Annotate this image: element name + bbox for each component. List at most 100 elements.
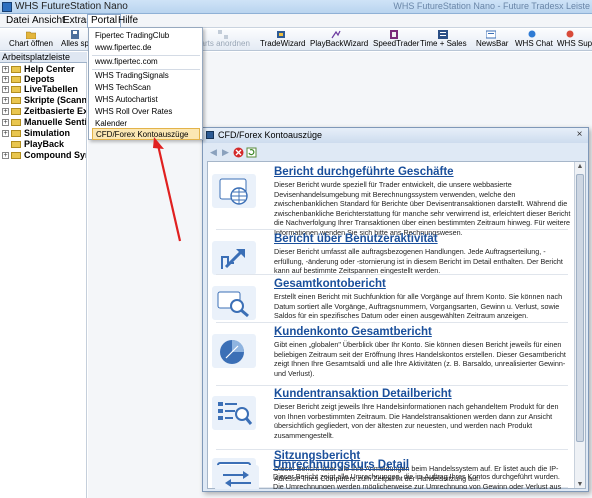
exchange-icon <box>215 465 259 489</box>
report-title[interactable]: Bericht über Benutzeraktivität <box>274 233 438 245</box>
tree-item-depots[interactable]: + Depots <box>0 74 55 84</box>
save-all-label: Alles sp <box>60 39 89 48</box>
workspace-tree: + Help Center + Depots + LiveTabellen + Skri… <box>0 63 87 498</box>
pie-chart-icon <box>212 334 256 368</box>
report-title[interactable]: Kundenkonto Gesamtbericht <box>274 326 432 338</box>
report-description: Gibt einen „globalen" Überblick über Ihr… <box>274 340 566 378</box>
portal-item-techscan[interactable]: WHS TechScan <box>92 82 200 94</box>
tree-item-livetabellen[interactable]: + LiveTabellen <box>0 84 78 94</box>
portal-item-autochartist[interactable]: WHS Autochartist <box>92 94 200 106</box>
time-sales-label: Time + Sales <box>420 39 467 48</box>
expand-icon[interactable]: + <box>2 152 9 160</box>
background-window-title: WHS FutureStation Nano - Future Tradesx … <box>393 1 590 11</box>
newsbar-button[interactable]: NewsBar <box>476 30 508 50</box>
expand-icon[interactable]: + <box>2 97 9 105</box>
tree-item-skripte[interactable]: +Skripte (Scanner/C <box>0 95 86 105</box>
expand-icon[interactable]: + <box>2 76 9 84</box>
report-item[interactable]: Bericht durchgeführte Geschäfte Dieser B… <box>212 166 572 237</box>
folder-open-icon <box>26 31 36 39</box>
news-icon <box>486 30 496 39</box>
report-description: Dieser Bericht umfasst alle auftragsbezo… <box>274 247 563 276</box>
playback-icon <box>331 30 341 39</box>
portal-item-fipertec-com[interactable]: www.fipertec.com <box>92 56 200 68</box>
expand-icon[interactable]: + <box>2 86 9 94</box>
report-item[interactable]: Bericht über Benutzeraktivität Dieser Be… <box>212 233 572 278</box>
speedtrader-icon <box>390 30 398 39</box>
forward-arrow-icon[interactable]: ▶ <box>220 147 231 158</box>
report-title[interactable]: Bericht durchgeführte Geschäfte <box>274 166 454 178</box>
menu-datei[interactable]: Datei <box>3 15 32 27</box>
tree-item-compound-symbols[interactable]: +Compound Symbols <box>0 150 86 160</box>
dialog-scrollbar[interactable]: ▲ ▼ <box>574 162 585 488</box>
folder-icon <box>11 152 21 160</box>
report-item[interactable]: Gesamtkontobericht Erstellt einen Berich… <box>212 278 572 322</box>
folder-icon <box>11 119 21 127</box>
whs-chat-label: WHS Chat <box>515 39 553 48</box>
expand-icon[interactable]: + <box>2 66 9 74</box>
list-search-icon <box>212 396 256 430</box>
window-title: WHS FutureStation Nano <box>15 1 128 12</box>
portal-item-tradingsignals[interactable]: WHS TradingSignals <box>92 70 200 82</box>
stop-icon[interactable] <box>233 147 244 158</box>
account-search-icon <box>212 286 256 320</box>
folder-icon <box>11 97 21 105</box>
annotation-arrow-icon <box>153 137 182 242</box>
refresh-icon[interactable] <box>246 147 257 158</box>
tradewizard-icon <box>277 31 285 38</box>
tradewizard-label: TradeWizard <box>260 39 306 48</box>
report-item[interactable]: Kundentransaktion Detailbericht Dieser B… <box>212 388 572 444</box>
reports-list: Bericht durchgeführte Geschäfte Dieser B… <box>207 161 586 489</box>
chart-open-button[interactable]: Chart öffnen <box>8 30 54 50</box>
whs-chat-button[interactable]: WHS Chat <box>515 30 553 50</box>
playbackwizard-label: PlayBackWizard <box>310 39 369 48</box>
folder-icon <box>11 66 21 74</box>
scroll-down-icon[interactable]: ▼ <box>575 480 585 488</box>
tree-item-playback[interactable]: PlayBack <box>0 139 64 149</box>
time-sales-icon <box>438 30 448 39</box>
portal-item-tradingclub[interactable]: Fipertec TradingClub <box>92 30 200 42</box>
report-title[interactable]: Kundentransaktion Detailbericht <box>274 388 452 400</box>
tradewizard-button[interactable]: TradeWizard <box>260 30 306 50</box>
playbackwizard-button[interactable]: PlayBackWizard <box>310 30 369 50</box>
report-separator <box>216 274 568 275</box>
portal-item-rollover-rates[interactable]: WHS Roll Over Rates <box>92 106 200 118</box>
chat-icon <box>528 30 536 38</box>
portal-menu: Fipertec TradingClub www.fipertec.de www… <box>88 27 203 140</box>
kontoauszuege-dialog: CFD/Forex Kontoauszüge × ◀ ▶ Bericht dur… <box>202 127 589 492</box>
folder-icon <box>11 130 21 138</box>
tree-item-simulation[interactable]: + Simulation <box>0 128 70 138</box>
folder-icon <box>11 86 21 94</box>
whs-support-label: WHS Suppo <box>557 39 592 48</box>
expand-icon[interactable]: + <box>2 130 9 138</box>
whs-support-button[interactable]: WHS Suppo <box>557 30 592 50</box>
close-icon[interactable]: × <box>574 130 585 141</box>
report-separator <box>216 322 568 323</box>
report-title[interactable]: Gesamtkontobericht <box>274 278 386 290</box>
scroll-up-icon[interactable]: ▲ <box>575 162 585 172</box>
workspace-bar-header: Arbeitsplatzleiste <box>0 52 87 63</box>
folder-icon <box>11 141 21 149</box>
report-item-partial[interactable]: Umrechnungskurs Detail Dieser Bericht ze… <box>211 459 573 489</box>
dialog-toolbar: ◀ ▶ <box>208 146 584 160</box>
expand-icon[interactable]: + <box>2 108 9 116</box>
report-separator <box>216 385 568 386</box>
globe-icon <box>212 174 256 208</box>
menu-hilfe[interactable]: Hilfe <box>115 15 141 27</box>
scroll-thumb[interactable] <box>576 174 584 442</box>
portal-item-fipertec-de[interactable]: www.fipertec.de <box>92 42 200 54</box>
time-sales-button[interactable]: Time + Sales <box>420 30 467 50</box>
report-item[interactable]: Kundenkonto Gesamtbericht Gibt einen „gl… <box>212 326 572 384</box>
arrange-charts-button[interactable]: harts anordnen <box>196 30 250 50</box>
tree-item-zeitbasierte-exits[interactable]: +Zeitbasierte Exits <box>0 106 86 116</box>
speedtrader-label: SpeedTrader <box>373 39 420 48</box>
tree-item-manuelle-sentiment[interactable]: +Manuelle Sentimen <box>0 117 86 127</box>
save-all-button[interactable]: Alles sp <box>58 30 92 50</box>
dialog-icon <box>206 131 214 139</box>
tree-item-help-center[interactable]: + Help Center <box>0 64 75 74</box>
speedtrader-button[interactable]: SpeedTrader <box>373 30 420 50</box>
folder-icon <box>11 108 21 116</box>
back-arrow-icon[interactable]: ◀ <box>208 147 219 158</box>
expand-icon[interactable]: + <box>2 119 9 127</box>
report-title[interactable]: Umrechnungskurs Detail <box>273 459 409 471</box>
report-description: Dieser Bericht zeigt jeweils Ihre Handel… <box>274 402 559 440</box>
